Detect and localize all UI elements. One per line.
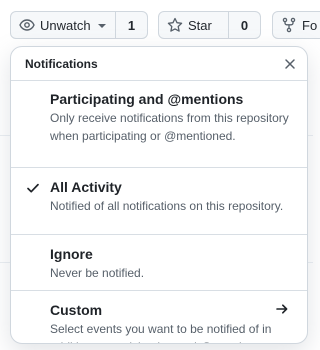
menu-header: Notifications <box>11 47 307 81</box>
menu-item-description: Notified of all notifications on this re… <box>50 199 284 213</box>
notifications-menu: Notifications Participating and @mention… <box>10 46 308 344</box>
watch-button-group: Unwatch 1 <box>10 11 148 39</box>
menu-item-custom[interactable]: Custom Select events you want to be noti… <box>11 291 307 343</box>
menu-item-all-activity[interactable]: All Activity Notified of all notificatio… <box>11 168 307 235</box>
arrow-right-icon <box>275 302 289 321</box>
fork-button-group: Fo <box>272 11 320 39</box>
star-icon <box>167 17 183 33</box>
eye-icon <box>19 17 35 33</box>
menu-item-title: All Activity <box>50 179 122 195</box>
check-icon <box>26 181 40 200</box>
menu-item-title: Participating and @mentions <box>50 91 244 107</box>
menu-item-description: Never be notified. <box>50 266 145 280</box>
chevron-down-icon <box>97 23 106 28</box>
menu-item-description: Only receive notifications from this rep… <box>50 111 289 143</box>
menu-item-description: Select events you want to be notified of… <box>50 322 272 343</box>
menu-item-participating[interactable]: Participating and @mentions Only receive… <box>11 81 307 168</box>
close-icon[interactable] <box>283 57 297 71</box>
menu-item-ignore[interactable]: Ignore Never be notified. <box>11 235 307 291</box>
star-label: Star <box>188 17 212 33</box>
fork-button[interactable]: Fo <box>272 11 320 39</box>
star-button-group: Star 0 <box>158 11 261 39</box>
menu-title: Notifications <box>25 56 98 71</box>
fork-icon <box>281 17 297 33</box>
watchers-count[interactable]: 1 <box>116 11 148 39</box>
menu-item-title: Custom <box>50 302 103 318</box>
unwatch-label: Unwatch <box>40 17 91 33</box>
menu-item-title: Ignore <box>50 246 93 262</box>
star-button[interactable]: Star <box>158 11 229 39</box>
fork-label: Fo <box>302 17 318 33</box>
stargazers-count[interactable]: 0 <box>229 11 261 39</box>
unwatch-button[interactable]: Unwatch <box>10 11 116 39</box>
